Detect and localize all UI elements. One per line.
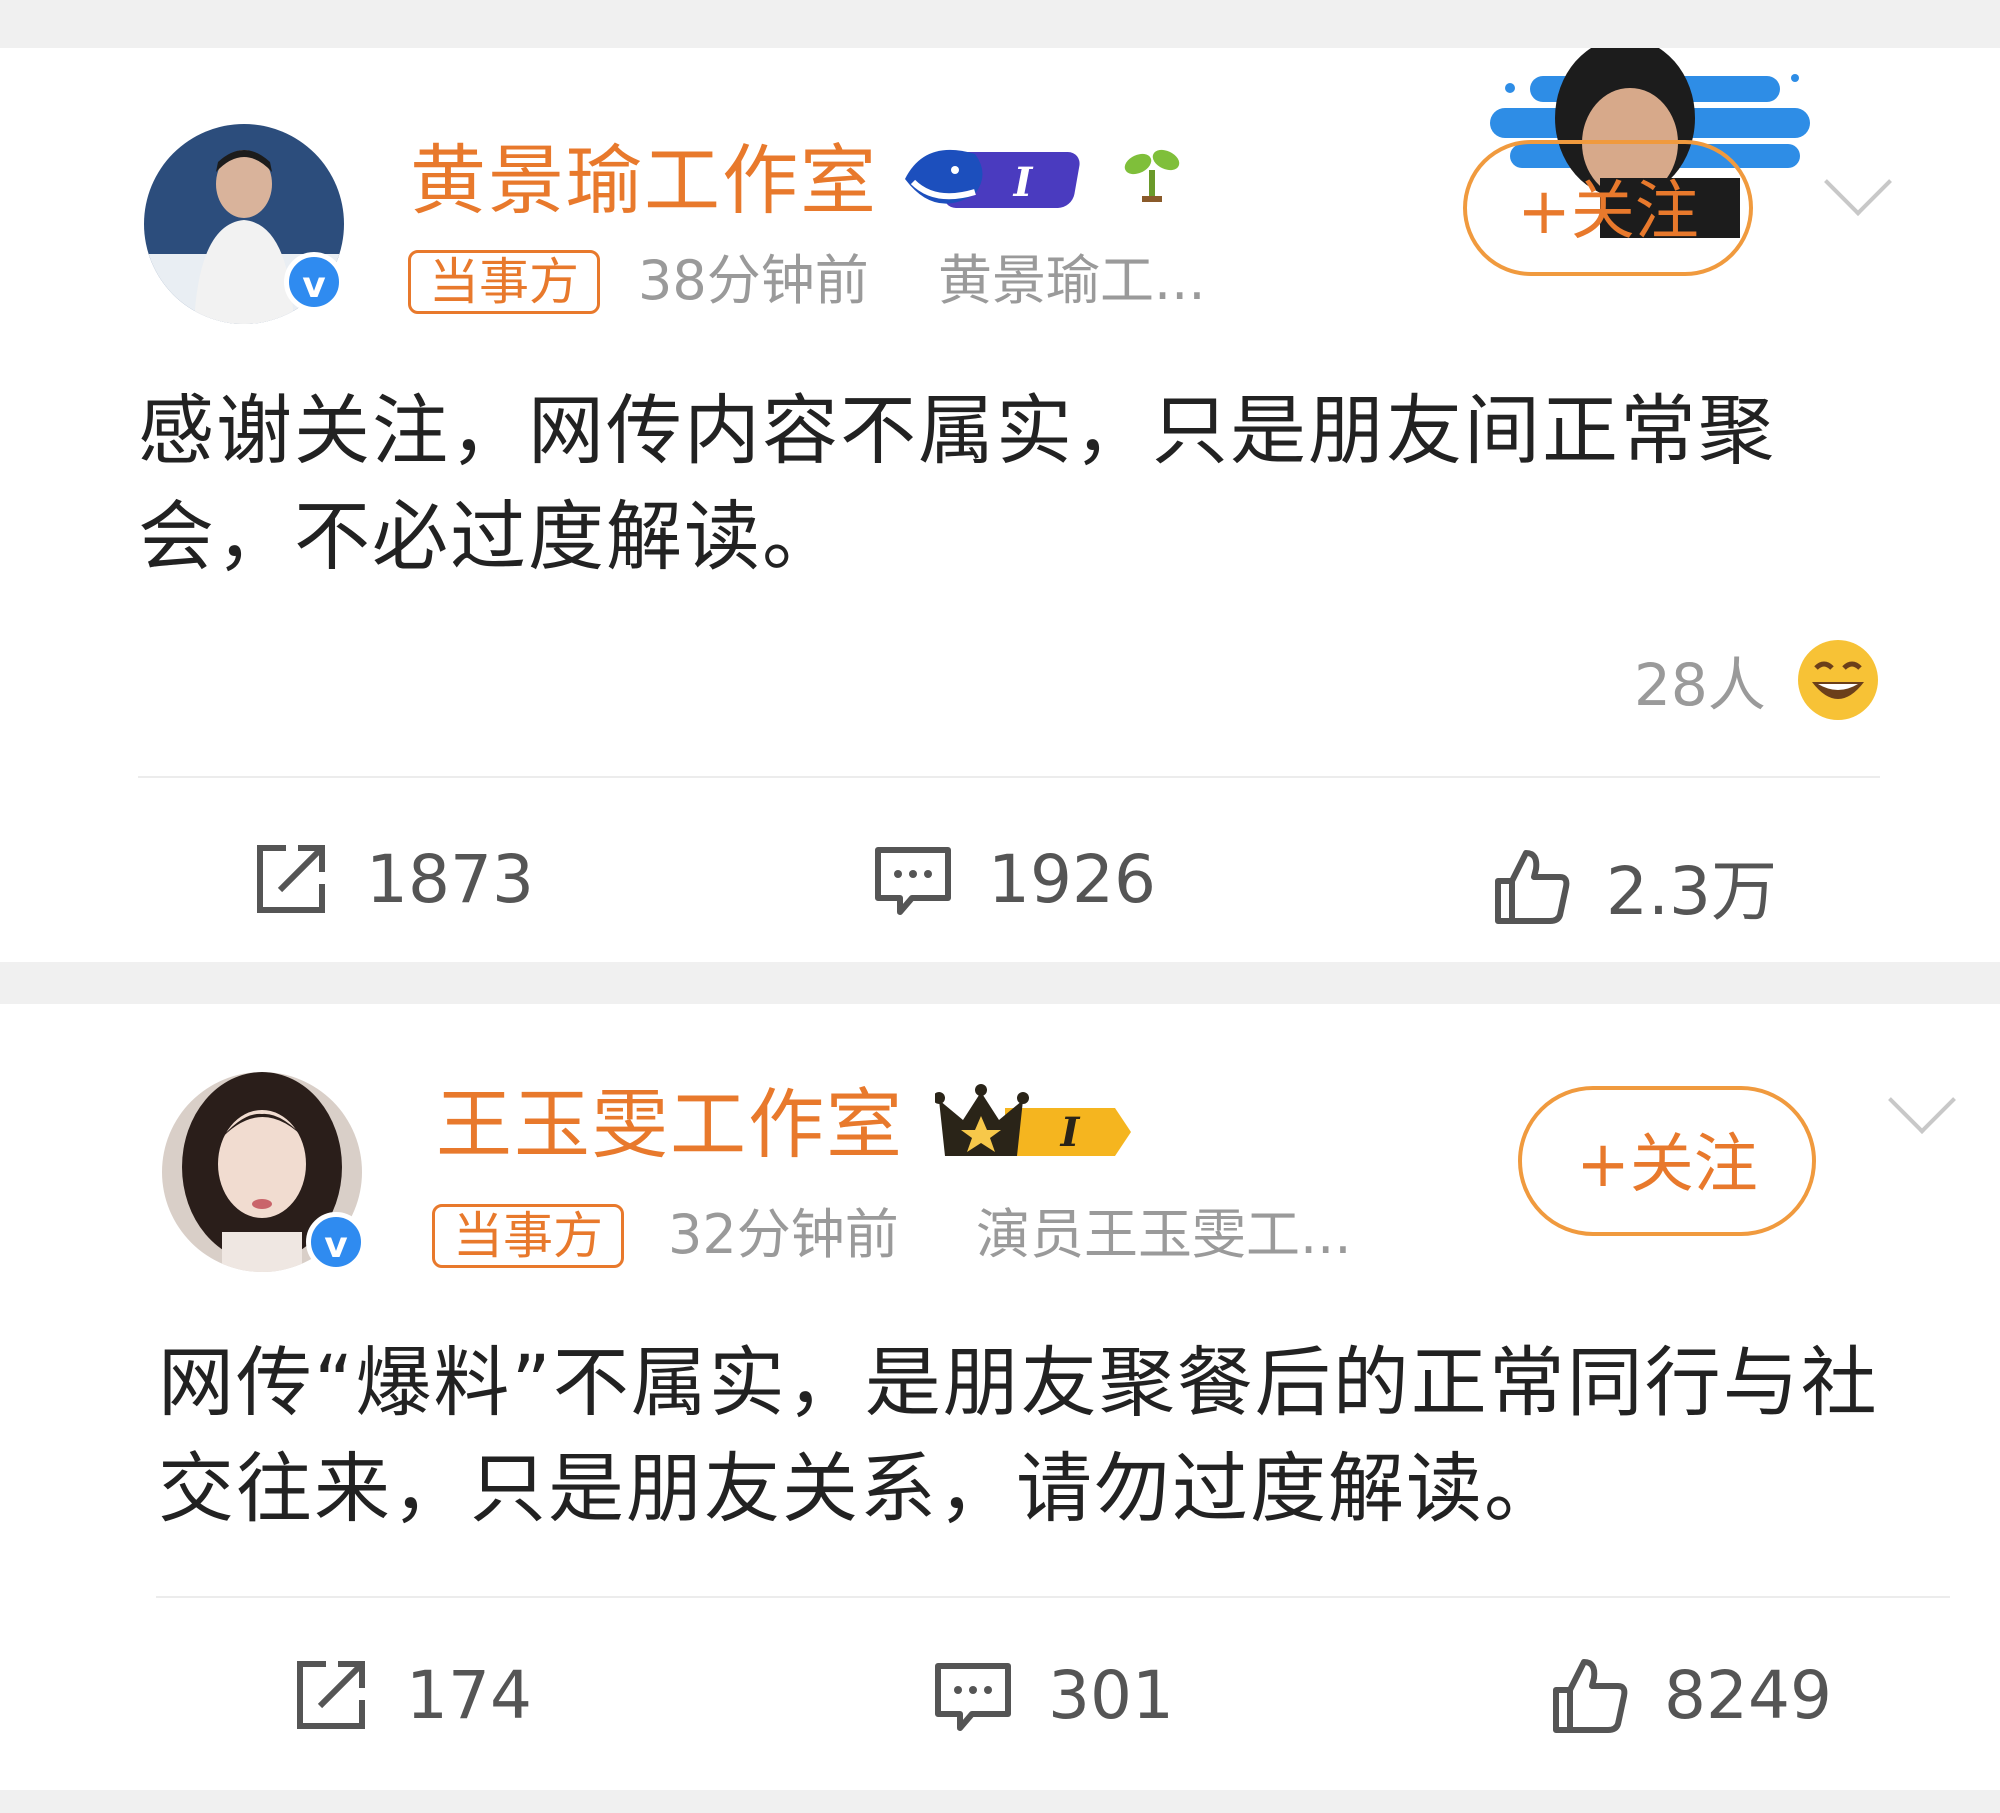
comment-button[interactable]: 1926 (872, 838, 1156, 920)
crown-badge-icon: I (935, 1084, 1131, 1156)
author-name[interactable]: 王玉雯工作室 (436, 1080, 904, 1170)
like-icon (1553, 1659, 1628, 1733)
like-icon (1495, 850, 1570, 924)
bottom-gap (0, 1790, 2000, 1813)
laughing-emoji-icon (1797, 640, 1878, 720)
comment-count: 301 (1048, 1656, 1174, 1734)
repost-count: 174 (406, 1656, 532, 1734)
action-divider (156, 1596, 1950, 1598)
sprout-icon (1124, 149, 1180, 202)
post-card-1[interactable]: v 黄景瑜工作室 I 当事方 38分钟前 黄景瑜工... +关注 感谢关注，网传… (0, 48, 2000, 962)
comment-icon (875, 847, 951, 915)
card-separator (0, 962, 2000, 1004)
post-content: 网传“爆料”不属实，是朋友聚餐后的正常同行与社交往来，只是朋友关系，请勿过度解读… (158, 1338, 1879, 1533)
reaction-summary[interactable]: 28人 (1634, 638, 1880, 722)
verified-badge-icon: v (284, 252, 344, 312)
top-gap (0, 0, 2000, 48)
post-card-2[interactable]: v 王玉雯工作室 I 当事方 32分钟前 演员王玉雯工... +关注 网传“爆料… (0, 1004, 2000, 1790)
repost-icon (297, 1661, 365, 1729)
comment-button[interactable]: 301 (932, 1654, 1174, 1736)
repost-count: 1873 (366, 840, 534, 918)
follow-button[interactable]: +关注 (1463, 140, 1753, 276)
repost-icon (257, 845, 325, 913)
post-source[interactable]: 黄景瑜工... (938, 248, 1206, 314)
level-badge-text: I (1013, 159, 1034, 206)
verified-badge-icon: v (306, 1212, 366, 1272)
post-source[interactable]: 演员王玉雯工... (976, 1202, 1352, 1268)
role-tag: 当事方 (432, 1204, 624, 1268)
repost-button[interactable]: 174 (290, 1654, 532, 1736)
chevron-down-icon[interactable] (1824, 148, 1892, 216)
action-divider (138, 776, 1880, 778)
author-name[interactable]: 黄景瑜工作室 (410, 136, 878, 226)
post-time: 38分钟前 (638, 249, 869, 312)
post-time: 32分钟前 (668, 1203, 899, 1266)
like-count: 8249 (1664, 1656, 1832, 1734)
repost-button[interactable]: 1873 (250, 838, 534, 920)
follow-button[interactable]: +关注 (1518, 1086, 1816, 1236)
like-button[interactable]: 8249 (1548, 1654, 1832, 1736)
like-count: 2.3万 (1606, 853, 1777, 930)
role-tag: 当事方 (408, 250, 600, 314)
reaction-count: 28人 (1634, 651, 1766, 719)
level-badge-icon: I (905, 149, 1080, 208)
like-button[interactable]: 2.3万 (1490, 838, 1777, 934)
chevron-down-icon[interactable] (1888, 1066, 1956, 1134)
comment-icon (935, 1663, 1011, 1731)
comment-count: 1926 (988, 840, 1156, 918)
post-content: 感谢关注，网传内容不属实，只是朋友间正常聚会，不必过度解读。 (138, 386, 1776, 581)
level-badge-text: I (1060, 1109, 1081, 1156)
